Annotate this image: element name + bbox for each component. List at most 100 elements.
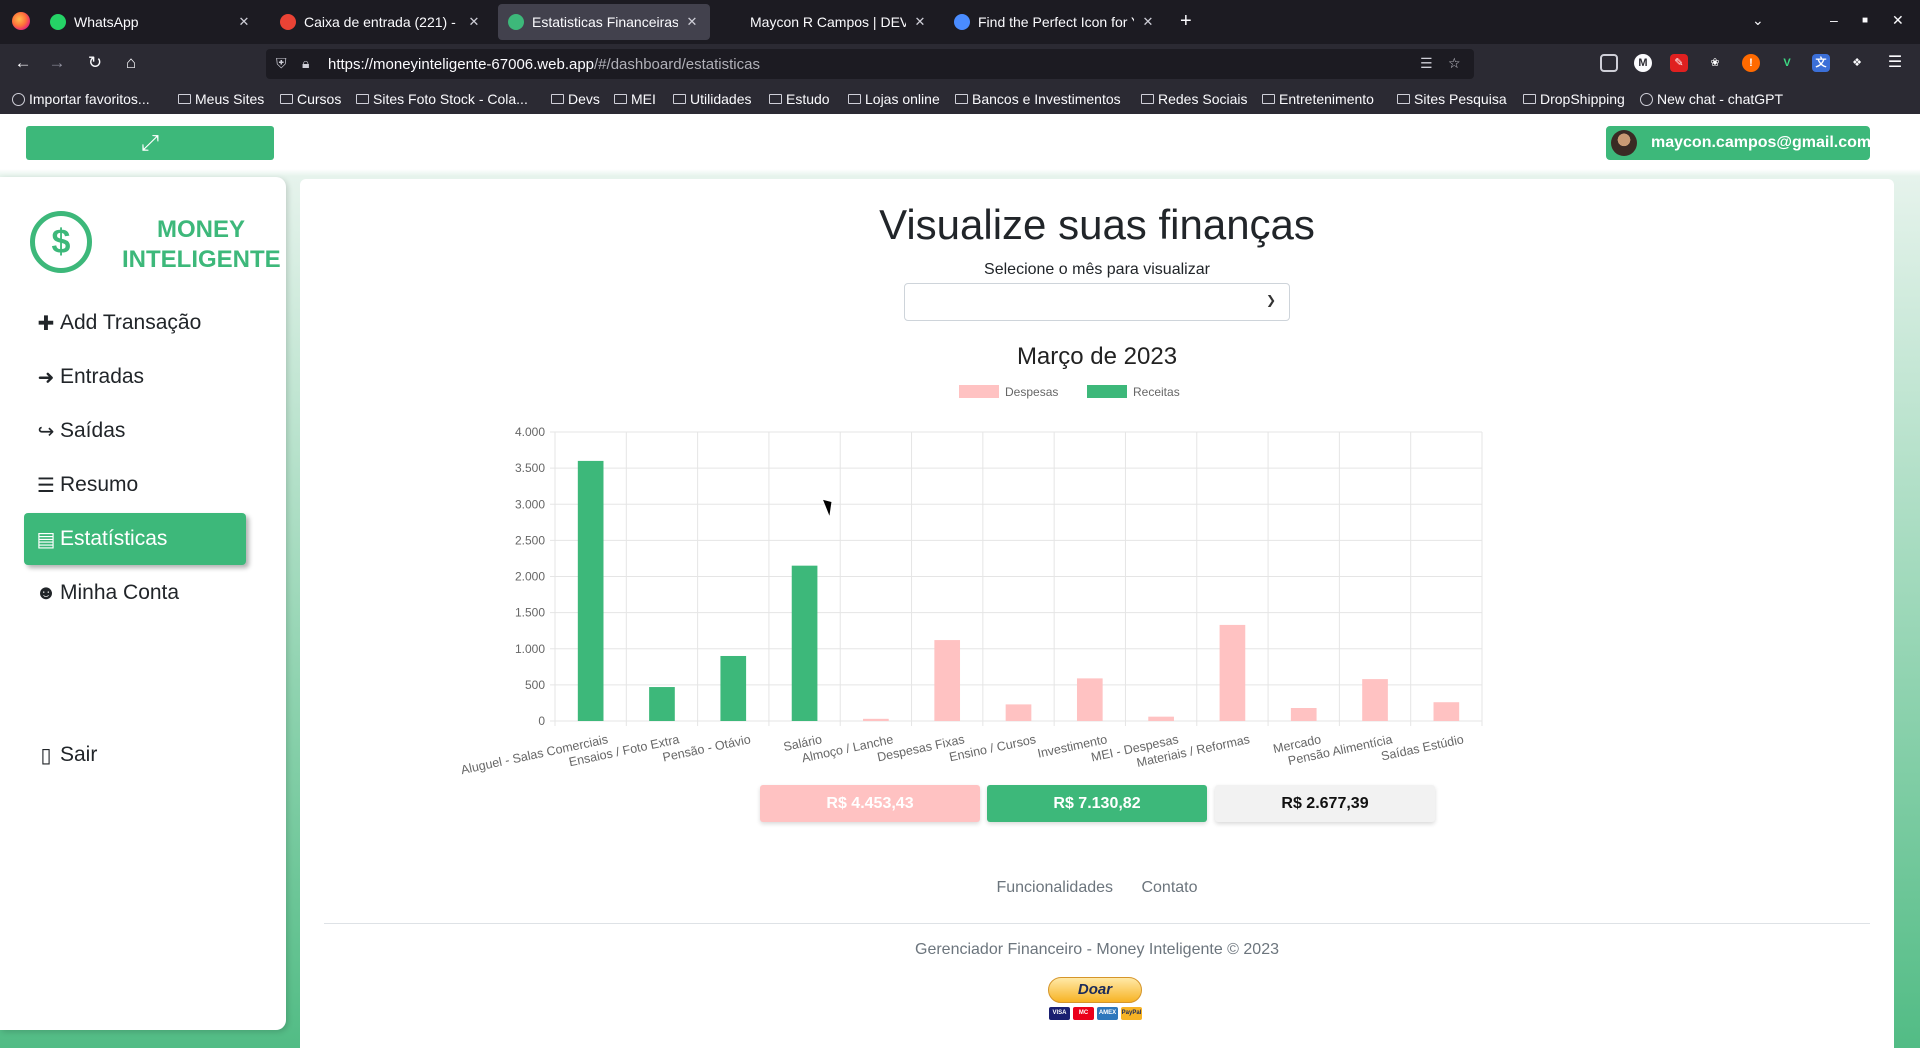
bookmark-label: Lojas online <box>865 91 940 107</box>
minimize-icon[interactable]: – <box>1830 12 1838 28</box>
bookmark-item[interactable]: Sites Pesquisa <box>1397 91 1507 107</box>
chart-title: Março de 2023 <box>1016 343 1178 370</box>
app-top-bar: ⤢ maycon.campos@gmail.com <box>0 114 1920 168</box>
browser-tab[interactable]: WhatsApp ✕ <box>40 4 262 40</box>
visa-card-icon: VISA <box>1049 1007 1070 1020</box>
bookmark-label: New chat - chatGPT <box>1657 91 1784 107</box>
bookmark-item[interactable]: Utilidades <box>673 91 751 107</box>
bookmark-item[interactable]: Bancos e Investimentos <box>955 91 1121 107</box>
close-tab-icon[interactable]: ✕ <box>1140 14 1156 30</box>
bar-despesas <box>1148 716 1174 721</box>
close-tab-icon[interactable]: ✕ <box>684 14 700 30</box>
sidebar-item-minha-conta[interactable]: ☻ Minha Conta <box>24 567 246 619</box>
y-tick-label: 0 <box>538 714 545 728</box>
shield-icon[interactable]: ⛨ <box>276 55 287 72</box>
folder-icon <box>178 94 191 104</box>
sidebar-item-resumo[interactable]: ☰ Resumo <box>24 459 246 511</box>
reload-icon[interactable]: ↻ <box>84 53 106 73</box>
whatsapp-icon <box>50 14 66 30</box>
sidebar-item-entradas[interactable]: ➜ Entradas <box>24 351 246 403</box>
browser-tab[interactable]: Caixa de entrada (221) - m ✕ <box>270 4 492 40</box>
extension-hedgehog-icon[interactable]: ❀ <box>1706 54 1724 72</box>
chevron-down-icon: ❯ <box>1265 293 1276 307</box>
tab-list-chevron-icon[interactable]: ⌄ <box>1752 12 1764 29</box>
sidebar-item-label: Resumo <box>60 473 139 496</box>
bookmark-item[interactable]: New chat - chatGPT <box>1640 91 1783 107</box>
bookmark-item[interactable]: Devs <box>551 91 600 107</box>
collapse-sidebar-button[interactable]: ⤢ <box>26 126 274 160</box>
extension-v-icon[interactable]: V <box>1778 54 1796 72</box>
close-window-icon[interactable]: ✕ <box>1892 12 1904 29</box>
footer-link-contato[interactable]: Contato <box>1141 879 1197 896</box>
close-tab-icon[interactable]: ✕ <box>466 14 482 30</box>
menu-hamburger-icon[interactable]: ☰ <box>1886 54 1904 72</box>
bookmark-label: DropShipping <box>1540 91 1625 107</box>
bar-despesas <box>1076 678 1103 721</box>
sidebar-item-label: Entradas <box>60 365 145 388</box>
extensions-puzzle-icon[interactable]: ❖ <box>1848 54 1866 72</box>
tab-title: Maycon R Campos | DEV Full <box>750 14 906 30</box>
extension-m-icon[interactable]: M <box>1634 54 1652 72</box>
new-tab-plus-icon[interactable]: + <box>1180 10 1192 33</box>
chatgpt-icon <box>1640 92 1653 106</box>
extension-orange-icon[interactable]: ! <box>1742 54 1760 72</box>
browser-tab[interactable]: Estatisticas Financeiras ✕ <box>498 4 710 40</box>
bookmark-item[interactable]: Estudo <box>769 91 830 107</box>
donate-button[interactable]: Doar <box>1048 977 1142 1003</box>
translate-icon[interactable]: ☰ <box>1420 55 1433 72</box>
maximize-icon[interactable]: ■ <box>1862 15 1868 26</box>
sidebar-item-add-transacao[interactable]: ✚ Add Transação <box>24 297 246 349</box>
legend-swatch <box>959 385 999 398</box>
import-icon <box>12 92 25 106</box>
app-logo[interactable]: $ MONEY INTELIGENTE <box>30 209 281 275</box>
pocket-icon[interactable] <box>1600 54 1618 72</box>
browser-tab[interactable]: Maycon R Campos | DEV Full ✕ <box>716 4 938 40</box>
folder-icon <box>280 94 293 104</box>
footer-links: Funcionalidades Contato <box>300 879 1894 897</box>
bookmark-star-icon[interactable]: ☆ <box>1448 55 1461 72</box>
extension-red-icon[interactable]: ✎ <box>1670 54 1688 72</box>
footer-link-funcionalidades[interactable]: Funcionalidades <box>996 879 1113 896</box>
month-select[interactable]: ❯ <box>904 283 1290 321</box>
bar-receitas <box>577 460 604 721</box>
address-bar[interactable]: ⛨ 🔒︎ https://moneyinteligente-67006.web.… <box>266 49 1474 79</box>
bar-despesas <box>1219 624 1246 721</box>
url-text: https://moneyinteligente-67006.web.app/#… <box>328 56 760 73</box>
bookmark-item[interactable]: Redes Sociais <box>1141 91 1248 107</box>
bar-despesas <box>1433 702 1460 721</box>
total-saldo-badge: R$ 2.677,39 <box>1215 785 1435 822</box>
folder-icon <box>614 94 627 104</box>
browser-tab[interactable]: Find the Perfect Icon for Y ✕ <box>944 4 1166 40</box>
bookmark-item[interactable]: Lojas online <box>848 91 940 107</box>
extension-translate-icon[interactable]: 文 <box>1812 54 1830 72</box>
bookmark-item[interactable]: Meus Sites <box>178 91 264 107</box>
bookmark-label: MEI <box>631 91 656 107</box>
sidebar-item-sair[interactable]: ▯ Sair <box>24 729 246 781</box>
dollar-coin-icon: $ <box>30 211 92 273</box>
home-icon[interactable]: ⌂ <box>120 53 142 73</box>
close-tab-icon[interactable]: ✕ <box>912 14 928 30</box>
forward-icon[interactable]: → <box>46 53 68 73</box>
bar-despesas <box>863 718 889 721</box>
back-icon[interactable]: ← <box>12 53 34 73</box>
bar-receitas <box>720 655 747 721</box>
bookmark-item[interactable]: DropShipping <box>1523 91 1625 107</box>
sidebar-item-estatisticas[interactable]: ▤ Estatísticas <box>24 513 246 565</box>
bookmark-item[interactable]: Importar favoritos... <box>12 91 150 107</box>
tab-title: WhatsApp <box>74 14 139 30</box>
sidebar-item-saidas[interactable]: ↪ Saídas <box>24 405 246 457</box>
bar-receitas <box>649 687 675 721</box>
avatar <box>1611 130 1637 156</box>
bookmark-item[interactable]: MEI <box>614 91 656 107</box>
bookmark-item[interactable]: Sites Foto Stock - Cola... <box>356 91 528 107</box>
bookmark-item[interactable]: Entretenimento <box>1262 91 1374 107</box>
bookmark-item[interactable]: Cursos <box>280 91 341 107</box>
user-account-button[interactable]: maycon.campos@gmail.com <box>1606 126 1872 160</box>
firefox-icon[interactable] <box>12 12 30 30</box>
bar-despesas <box>934 640 961 721</box>
y-tick-label: 2.500 <box>515 533 545 547</box>
x-tick-label: Saídas Estúdio <box>1380 732 1465 763</box>
close-tab-icon[interactable]: ✕ <box>236 14 252 30</box>
user-email: maycon.campos@gmail.com <box>1651 134 1872 151</box>
lock-icon[interactable]: 🔒︎ <box>302 55 309 72</box>
